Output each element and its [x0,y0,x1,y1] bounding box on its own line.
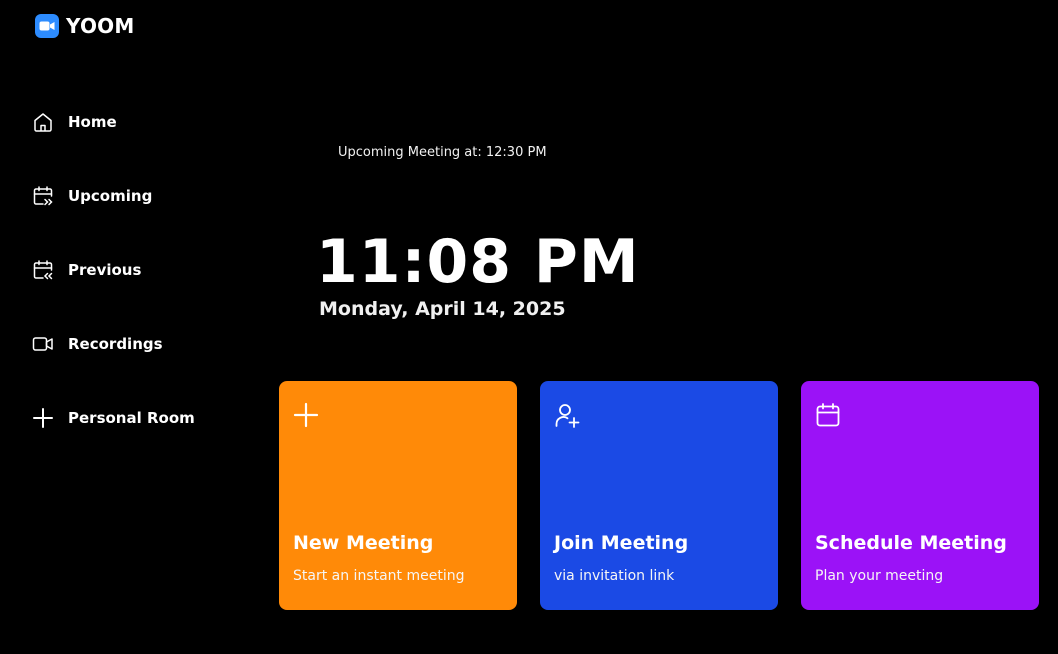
plus-icon [31,407,54,430]
video-icon [31,333,54,356]
home-icon [31,111,54,134]
card-title: New Meeting [293,532,434,554]
schedule-meeting-card[interactable]: Schedule Meeting Plan your meeting [801,381,1039,610]
upcoming-meeting-note: Upcoming Meeting at: 12:30 PM [338,145,547,160]
card-subtitle: via invitation link [554,568,675,584]
card-subtitle: Start an instant meeting [293,568,465,584]
app-window: YOOM Home Upcoming Previous Recordings P… [0,0,1058,654]
sidebar-item-home[interactable]: Home [31,104,231,140]
current-time: 11:08 PM [316,227,640,297]
sidebar-item-label: Personal Room [68,409,195,427]
sidebar-item-label: Home [68,113,117,131]
add-user-icon [553,401,581,429]
sidebar-item-label: Recordings [68,335,163,353]
sidebar-item-previous[interactable]: Previous [31,252,231,288]
calendar-back-icon [31,259,54,282]
join-meeting-card[interactable]: Join Meeting via invitation link [540,381,778,610]
card-subtitle: Plan your meeting [815,568,944,584]
sidebar-item-label: Previous [68,261,142,279]
sidebar-item-recordings[interactable]: Recordings [31,326,231,362]
new-meeting-card[interactable]: New Meeting Start an instant meeting [279,381,517,610]
card-title: Join Meeting [554,532,689,554]
app-name: YOOM [66,14,135,38]
sidebar-item-upcoming[interactable]: Upcoming [31,178,231,214]
calendar-icon [814,401,842,429]
logo[interactable]: YOOM [35,14,134,38]
sidebar-item-label: Upcoming [68,187,153,205]
video-camera-icon [35,14,59,38]
current-date: Monday, April 14, 2025 [319,298,566,320]
plus-icon [292,401,320,429]
sidebar-item-personal-room[interactable]: Personal Room [31,400,231,436]
calendar-forward-icon [31,185,54,208]
card-title: Schedule Meeting [815,532,1007,554]
